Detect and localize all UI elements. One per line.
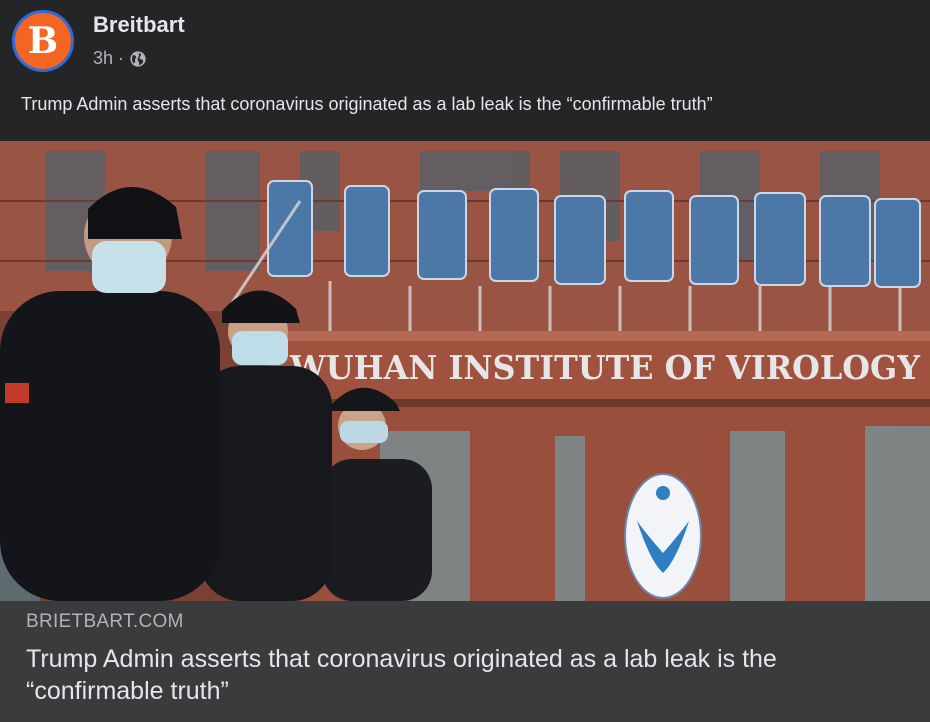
post-header: B Breitbart 3h · Trump Admin asserts tha… [0, 0, 930, 114]
institute-sign-text: WUHAN INSTITUTE OF VIROLOGY [289, 348, 920, 387]
link-domain: BRIETBART.COM [26, 611, 184, 632]
facebook-post: B Breitbart 3h · Trump Admin asserts tha… [0, 0, 930, 722]
globe-icon [130, 50, 146, 67]
link-preview-footer[interactable]: BRIETBART.COM Trump Admin asserts that c… [0, 601, 930, 722]
link-preview-image[interactable]: WUHAN INSTITUTE OF VIROLOGY [0, 141, 930, 601]
meta-separator: · [118, 48, 125, 68]
avatar-logo-letter: B [27, 20, 59, 62]
page-name-link[interactable]: Breitbart [93, 12, 185, 38]
post-timestamp[interactable]: 3h [93, 48, 113, 69]
post-caption: Trump Admin asserts that coronavirus ori… [21, 94, 713, 114]
link-title[interactable]: Trump Admin asserts that coronavirus ori… [26, 643, 906, 707]
wuhan-institute-photo: WUHAN INSTITUTE OF VIROLOGY [0, 141, 930, 601]
post-meta: 3h · [93, 48, 147, 69]
page-avatar[interactable]: B [12, 10, 74, 72]
